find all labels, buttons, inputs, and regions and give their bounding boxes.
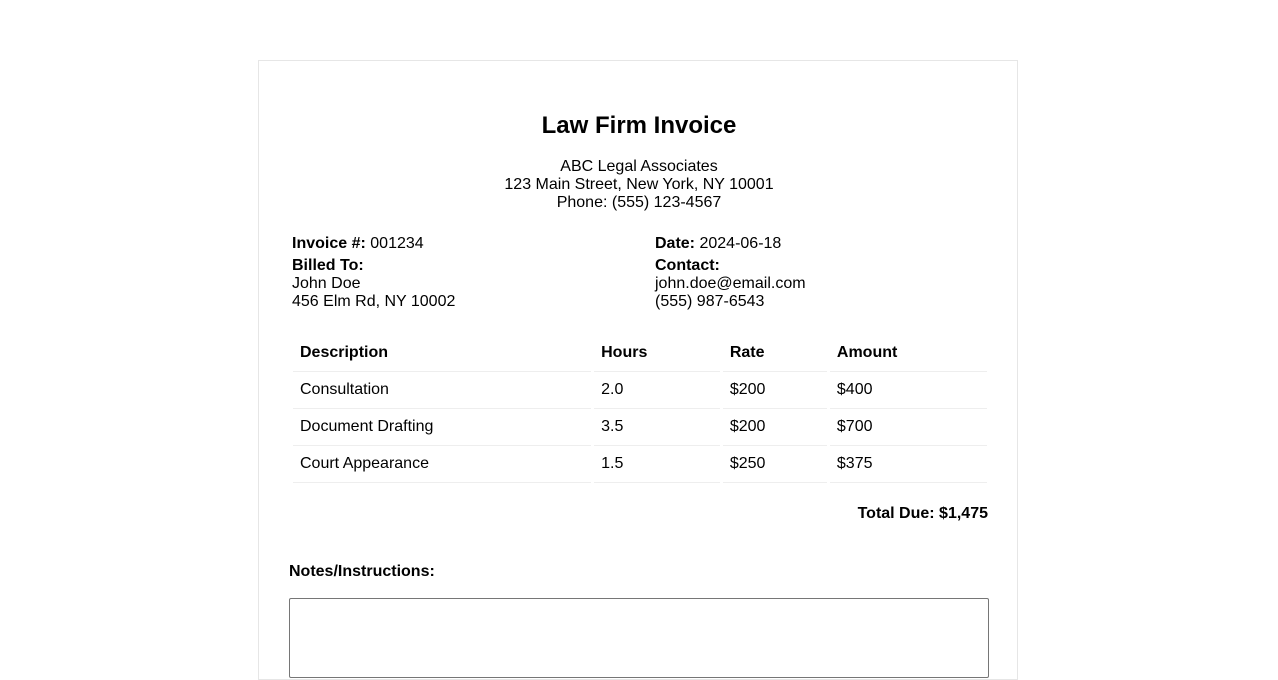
table-row: Court Appearance 1.5 $250 $375	[293, 446, 987, 483]
cell-rate: $200	[722, 409, 827, 446]
total-due: Total Due: $1,475	[857, 505, 988, 522]
date-row: Date: 2024-06-18	[655, 235, 806, 253]
column-header-description: Description	[293, 335, 592, 372]
firm-address: 123 Main Street, New York, NY 10001	[504, 176, 774, 193]
contact-info: Date: 2024-06-18 Contact: john.doe@email…	[655, 235, 806, 311]
invoice-title: Law Firm Invoice	[541, 112, 737, 139]
contact-label: Contact:	[655, 257, 720, 274]
cell-hours: 3.5	[594, 409, 720, 446]
notes-label: Notes/Instructions:	[289, 563, 435, 580]
client-name: John Doe	[292, 275, 361, 292]
firm-phone: Phone: (555) 123-4567	[556, 194, 722, 211]
line-items-table: Description Hours Rate Amount Consultati…	[290, 335, 990, 483]
cell-amount: $375	[829, 446, 987, 483]
cell-description: Court Appearance	[293, 446, 592, 483]
invoice-card: Law Firm Invoice ABC Legal Associates 12…	[258, 60, 1018, 680]
invoice-number-row: Invoice #: 001234	[292, 235, 455, 253]
firm-info: ABC Legal Associates 123 Main Street, Ne…	[259, 158, 1019, 212]
client-address: 456 Elm Rd, NY 10002	[292, 293, 456, 310]
column-header-hours: Hours	[594, 335, 720, 372]
cell-rate: $200	[722, 372, 827, 409]
column-header-rate: Rate	[722, 335, 827, 372]
firm-name: ABC Legal Associates	[560, 158, 718, 175]
contact-phone: (555) 987-6543	[655, 293, 765, 310]
column-header-amount: Amount	[829, 335, 987, 372]
table-row: Document Drafting 3.5 $200 $700	[293, 409, 987, 446]
cell-description: Document Drafting	[293, 409, 592, 446]
cell-hours: 1.5	[594, 446, 720, 483]
billed-to-label: Billed To:	[292, 257, 364, 274]
invoice-number-value: 001234	[370, 235, 424, 252]
cell-rate: $250	[722, 446, 827, 483]
contact-email: john.doe@email.com	[655, 275, 806, 292]
cell-amount: $400	[829, 372, 987, 409]
table-header-row: Description Hours Rate Amount	[293, 335, 987, 372]
date-label: Date:	[655, 235, 696, 252]
cell-amount: $700	[829, 409, 987, 446]
billing-info: Invoice #: 001234 Billed To: John Doe 45…	[292, 235, 455, 311]
date-value: 2024-06-18	[699, 235, 782, 252]
cell-hours: 2.0	[594, 372, 720, 409]
table-row: Consultation 2.0 $200 $400	[293, 372, 987, 409]
invoice-number-label: Invoice #:	[292, 235, 366, 252]
notes-textarea[interactable]	[289, 598, 989, 678]
cell-description: Consultation	[293, 372, 592, 409]
